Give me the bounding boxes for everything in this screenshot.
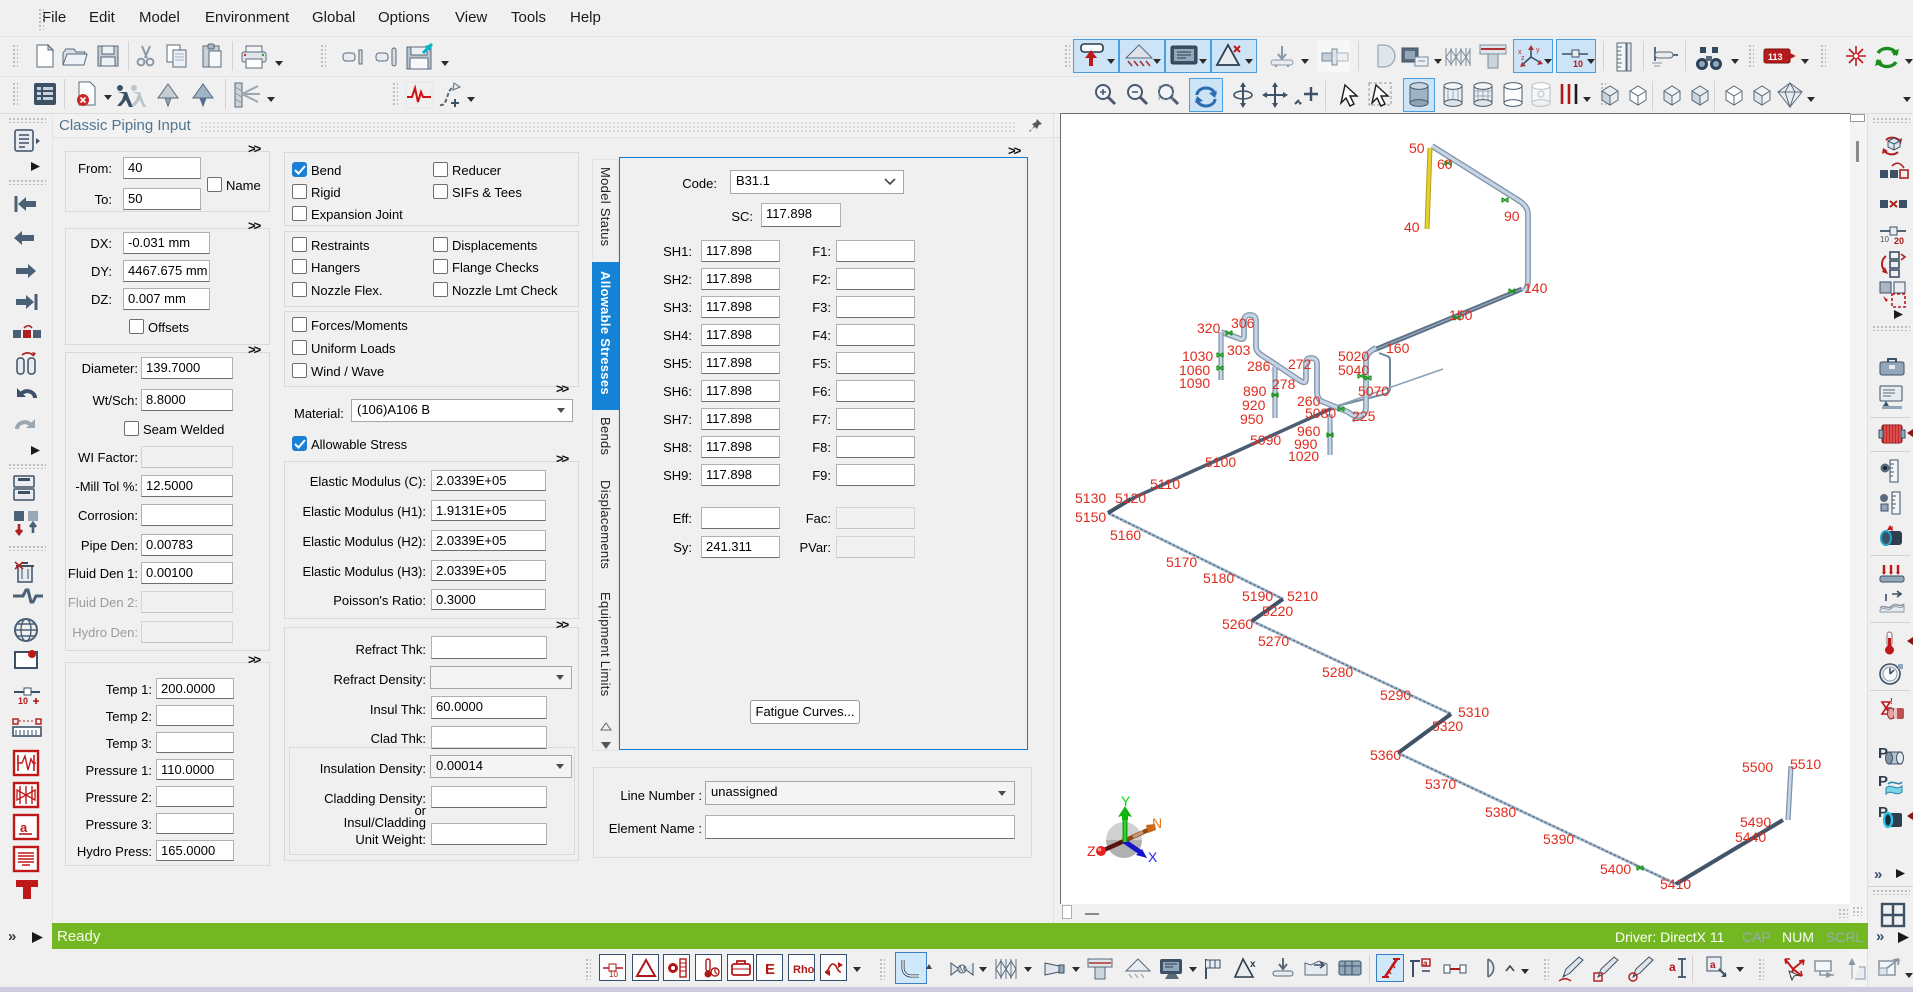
svg-text:1020: 1020	[1288, 448, 1319, 464]
svg-text:286: 286	[1247, 358, 1271, 374]
svg-text:E: E	[765, 961, 775, 978]
svg-text:!: !	[1891, 526, 1893, 533]
svg-text:Y: Y	[1121, 793, 1131, 809]
svg-text:320: 320	[1197, 320, 1221, 336]
svg-text:5070: 5070	[1358, 383, 1389, 399]
svg-text:150: 150	[1449, 307, 1473, 323]
svg-text:10: 10	[609, 970, 618, 979]
svg-text:1090: 1090	[1179, 375, 1210, 391]
svg-text:a: a	[1669, 960, 1676, 974]
svg-text:x: x	[1250, 959, 1256, 970]
svg-text:5170: 5170	[1166, 554, 1197, 570]
svg-text:!: !	[1890, 697, 1893, 706]
svg-text:5180: 5180	[1203, 570, 1234, 586]
svg-text:40: 40	[1404, 219, 1420, 235]
svg-text:X: X	[1148, 849, 1158, 865]
svg-text:278: 278	[1272, 376, 1296, 392]
svg-text:5280: 5280	[1322, 664, 1353, 680]
svg-text:50: 50	[1409, 140, 1425, 156]
svg-text:a: a	[1423, 959, 1428, 968]
svg-text:5390: 5390	[1543, 831, 1574, 847]
svg-text:90: 90	[1504, 208, 1520, 224]
svg-text:20: 20	[1894, 236, 1904, 246]
svg-text:160: 160	[1386, 340, 1410, 356]
svg-text:5510: 5510	[1790, 756, 1821, 772]
svg-text:5320: 5320	[1432, 718, 1463, 734]
svg-text:303: 303	[1227, 342, 1251, 358]
svg-text:5490: 5490	[1740, 814, 1771, 830]
svg-text:5410: 5410	[1660, 876, 1691, 892]
svg-text:Rho: Rho	[793, 964, 815, 976]
svg-text:10: 10	[1880, 235, 1889, 244]
svg-text:5150: 5150	[1075, 509, 1106, 525]
svg-text:306: 306	[1231, 315, 1255, 331]
svg-text:5270: 5270	[1258, 633, 1289, 649]
svg-text:5380: 5380	[1485, 804, 1516, 820]
svg-text:5160: 5160	[1110, 527, 1141, 543]
svg-text:5090: 5090	[1250, 432, 1281, 448]
svg-text:5130: 5130	[1075, 490, 1106, 506]
svg-text:950: 950	[1240, 411, 1264, 427]
svg-text:5500: 5500	[1742, 759, 1773, 775]
svg-text:5210: 5210	[1287, 588, 1318, 604]
svg-text:5040: 5040	[1338, 362, 1369, 378]
svg-text:5120: 5120	[1115, 490, 1146, 506]
svg-text:Z: Z	[1087, 843, 1096, 859]
svg-text:5290: 5290	[1380, 687, 1411, 703]
svg-text:5360: 5360	[1370, 747, 1401, 763]
svg-text:a: a	[1710, 960, 1716, 971]
svg-text:5260: 5260	[1222, 616, 1253, 632]
svg-text:5370: 5370	[1425, 776, 1456, 792]
svg-text:225: 225	[1352, 408, 1376, 424]
svg-text:272: 272	[1288, 356, 1312, 372]
svg-text:5110: 5110	[1150, 476, 1180, 492]
svg-text:5440: 5440	[1735, 829, 1766, 845]
svg-text:N: N	[1152, 815, 1162, 831]
svg-text:140: 140	[1524, 280, 1548, 296]
svg-text:5100: 5100	[1205, 454, 1236, 470]
svg-text:260: 260	[1297, 393, 1321, 409]
svg-text:5190: 5190	[1242, 588, 1273, 604]
svg-text:60: 60	[1437, 156, 1453, 172]
svg-text:5400: 5400	[1600, 861, 1631, 877]
svg-text:5220: 5220	[1262, 603, 1293, 619]
svg-text:M: M	[959, 965, 966, 974]
